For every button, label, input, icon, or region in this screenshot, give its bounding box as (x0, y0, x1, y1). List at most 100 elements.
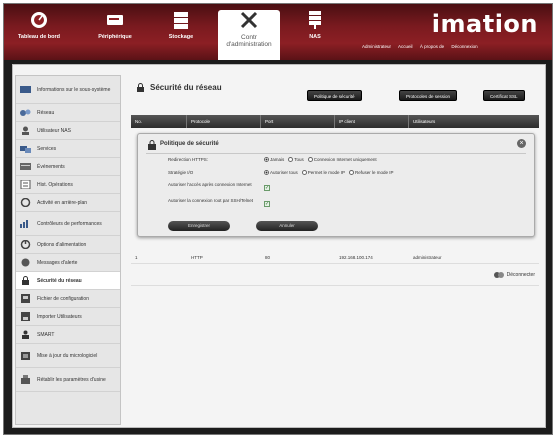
sidebar-item-subsystem-info[interactable]: Informations sur le sous-système (16, 76, 120, 104)
radio-icon (307, 157, 313, 162)
nav-nas-label: NAS (309, 34, 321, 40)
nav-device-label: Périphérique (98, 34, 132, 40)
nav-device[interactable]: Périphérique (84, 10, 146, 56)
lock-icon (148, 140, 156, 150)
sidebar-item-history[interactable]: Hist. Opérations (16, 176, 120, 194)
info-icon (20, 86, 31, 93)
sidebar-item-config-file[interactable]: Fichier de configuration (16, 290, 120, 308)
cell-client-ip: 192.168.100.174 (339, 255, 373, 260)
sidebar-item-label: Contrôleurs de performances (37, 220, 102, 227)
ssl-certificate-button[interactable]: Certificat SSL (483, 90, 525, 101)
io-strategy-options: Autoriser tous Permet le mode IP Refuser… (264, 170, 398, 175)
allow-access-checkbox[interactable]: ✓ (264, 185, 270, 191)
sidebar-item-label: Informations sur le sous-système (37, 86, 111, 93)
sidebar-item-label: Événements (37, 163, 65, 170)
sidebar-item-label: Fichier de configuration (37, 295, 89, 302)
sidebar: Informations sur le sous-système Réseau … (15, 75, 121, 425)
session-protocols-button[interactable]: Protocoles de session (399, 90, 458, 101)
close-icon[interactable]: × (517, 139, 526, 148)
sidebar-item-label: Sécurité du réseau (37, 277, 82, 284)
sidebar-item-label: Services (37, 145, 57, 152)
radio-icon (264, 170, 269, 175)
lock-icon (137, 83, 144, 92)
sidebar-item-network[interactable]: Réseau (16, 104, 120, 122)
sidebar-item-label: Activité en arrière-plan (37, 199, 88, 206)
top-header: Tableau de bord Périphérique Stockage Co… (4, 4, 552, 60)
disconnect-label: Déconnecter (506, 272, 535, 278)
allow-access-label: Autoriser l'accès après connexion Intern… (168, 182, 252, 187)
sidebar-item-label: Réseau (37, 109, 55, 116)
cancel-button[interactable]: Annuler (256, 221, 318, 231)
sidebar-item-factory-reset[interactable]: Rétablir les paramètres d'usine (16, 368, 120, 392)
sidebar-item-smart[interactable]: SMART (16, 326, 120, 344)
column-header-no: No. (131, 115, 187, 128)
nas-icon (309, 11, 321, 29)
table-row[interactable]: 1 HTTP 80 192.168.100.174 administrateur (131, 252, 539, 264)
about-link[interactable]: À propos de (420, 44, 444, 49)
sidebar-item-alert[interactable]: Messages d'alerte (16, 254, 120, 272)
security-policy-button[interactable]: Politique de sécurité (307, 90, 362, 101)
services-icon (20, 146, 31, 153)
sidebar-item-firmware-update[interactable]: Mise à jour du micrologiciel (16, 344, 120, 368)
page-title: Sécurité du réseau (137, 83, 222, 92)
config-file-icon (21, 294, 30, 303)
nav-storage-label: Stockage (168, 34, 194, 40)
sidebar-item-label: Rétablir les paramètres d'usine (37, 376, 106, 383)
option-label: Jamais (270, 157, 285, 162)
sidebar-item-label: Importer Utilisateurs (37, 313, 82, 320)
firmware-icon (21, 352, 30, 360)
allow-all-radio[interactable]: Autoriser tous (264, 170, 298, 175)
allow-root-ssh-field: ✓ (264, 201, 270, 207)
storage-icon (174, 12, 188, 29)
user-icon (22, 126, 29, 135)
https-never-radio[interactable]: Jamais (264, 157, 284, 162)
cell-no: 1 (135, 255, 138, 260)
nav-admin[interactable]: Contr d'administration (218, 10, 280, 60)
option-label: Connexion Internet uniquement (313, 157, 377, 162)
nav-admin-label: Contr d'administration (226, 34, 272, 48)
radio-icon (301, 170, 307, 175)
sidebar-item-background-activity[interactable]: Activité en arrière-plan (16, 194, 120, 212)
dialog-divider (146, 153, 526, 154)
disconnect-button[interactable]: Déconnecter (493, 271, 535, 279)
option-label: Tous (294, 157, 304, 162)
deny-ip-radio[interactable]: Refuser le mode IP (349, 170, 394, 175)
logout-link[interactable]: Déconnexion (451, 44, 477, 49)
https-all-radio[interactable]: Tous (288, 157, 304, 162)
smart-icon (22, 330, 29, 339)
option-label: Autoriser tous (270, 170, 298, 175)
alert-icon (21, 258, 30, 267)
sidebar-item-services[interactable]: Services (16, 140, 120, 158)
sessions-table: No. Protocole Port IP client Utilisateur… (131, 115, 539, 128)
https-internet-only-radio[interactable]: Connexion Internet uniquement (307, 157, 377, 162)
nav-storage[interactable]: Stockage (150, 10, 212, 56)
save-button[interactable]: Enregistrer (168, 221, 230, 231)
column-header-users: Utilisateurs (413, 119, 436, 124)
sidebar-item-network-security[interactable]: Sécurité du réseau (16, 272, 120, 290)
sidebar-item-performance[interactable]: Contrôleurs de performances (16, 212, 120, 236)
sidebar-item-nas-user[interactable]: Utilisateur NAS (16, 122, 120, 140)
disconnect-icon (493, 272, 504, 278)
home-link[interactable]: Accueil (398, 44, 413, 49)
https-redirect-label: Redirection HTTPS: (168, 157, 209, 162)
option-label: Refuser le mode IP (355, 170, 394, 175)
sidebar-item-label: Hist. Opérations (37, 181, 73, 188)
top-links: Administrateur Accueil À propos de Décon… (362, 44, 532, 50)
allow-ip-radio[interactable]: Permet le mode IP (301, 170, 345, 175)
power-icon (20, 240, 31, 249)
background-activity-icon (20, 198, 31, 207)
allow-root-ssh-checkbox[interactable]: ✓ (264, 201, 270, 207)
brand-logo: imation (431, 10, 538, 38)
sidebar-item-power[interactable]: Options d'alimentation (16, 236, 120, 254)
sidebar-item-label: Utilisateur NAS (37, 127, 71, 134)
user-link[interactable]: Administrateur (362, 44, 391, 49)
allow-access-field: ✓ (264, 185, 270, 191)
sidebar-item-events[interactable]: Événements (16, 158, 120, 176)
app-window: Tableau de bord Périphérique Stockage Co… (3, 3, 553, 435)
column-header-protocol: Protocole (187, 115, 261, 128)
nav-nas[interactable]: NAS (284, 10, 346, 56)
performance-icon (20, 220, 28, 228)
nav-dashboard[interactable]: Tableau de bord (8, 10, 70, 56)
device-icon (107, 15, 123, 25)
sidebar-item-import-users[interactable]: Importer Utilisateurs (16, 308, 120, 326)
